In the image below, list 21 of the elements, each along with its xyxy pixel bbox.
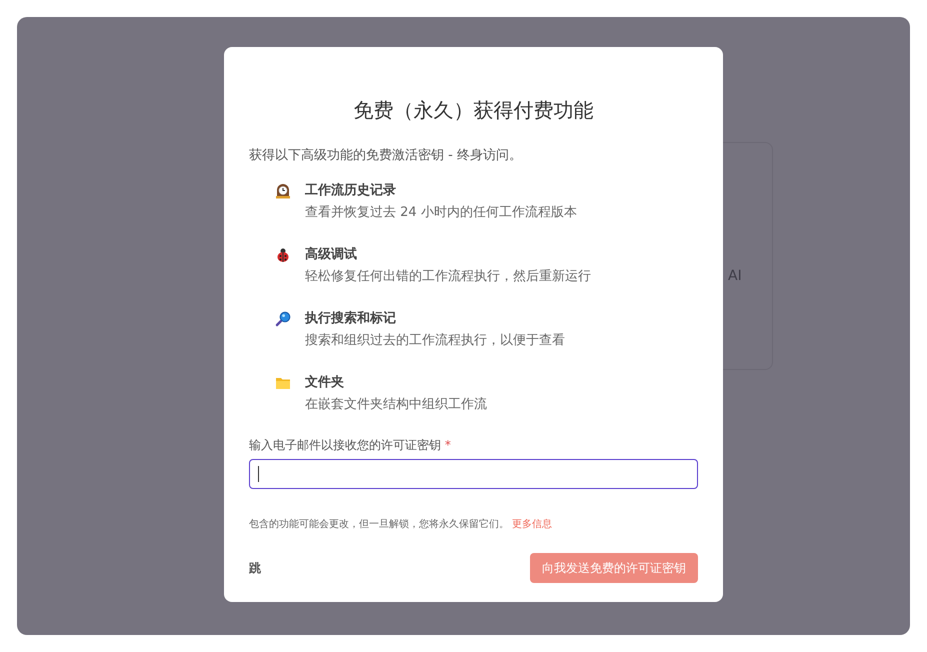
feature-title: 高级调试 [305,246,358,264]
disclaimer-text: 包含的功能可能会更改，但一旦解锁，您将永久保留它们。 [249,519,509,530]
feature-description: 搜索和组织过去的工作流程执行，以便于查看 [305,332,565,350]
dialog-subtitle: 获得以下高级功能的免费激活密钥 - 终身访问。 [249,147,523,164]
folder-icon [275,375,291,391]
ladybug-icon [275,247,291,263]
dialog-title: 免费（永久）获得付费功能 [352,97,594,124]
more-info-link[interactable]: 更多信息 [512,519,552,530]
magnifier-icon [275,311,291,327]
feature-description: 在嵌套文件夹结构中组织工作流 [305,396,487,414]
feature-title: 执行搜索和标记 [305,310,397,328]
skip-button[interactable]: 跳 [249,560,261,576]
field-label: 输入电子邮件以接收您的许可证密钥 [249,438,441,452]
clock-icon [275,183,291,199]
feature-title: 工作流历史记录 [305,182,397,200]
feature-description: 轻松修复任何出错的工作流程执行，然后重新运行 [305,268,591,286]
email-field[interactable] [249,459,698,489]
required-mark: * [444,438,451,452]
card-text: AI [728,268,742,284]
feature-description: 查看并恢复过去 24 小时内的任何工作流程版本 [305,204,577,222]
feature-title: 文件夹 [305,374,345,392]
